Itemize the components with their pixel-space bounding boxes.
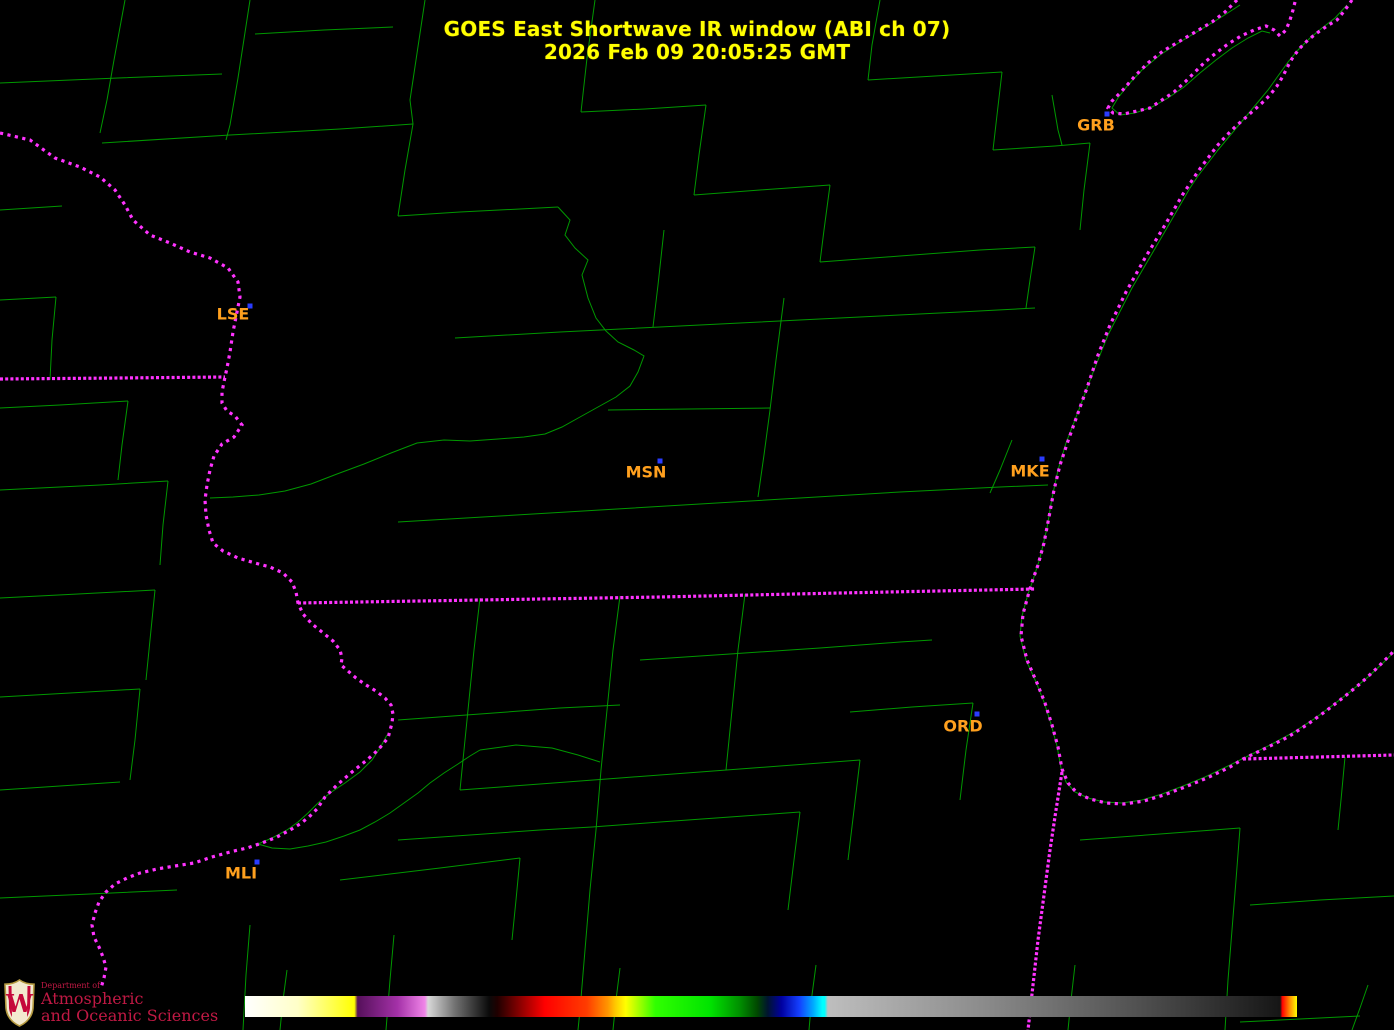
county-boundary-line xyxy=(1112,5,1270,115)
county-boundary-line xyxy=(0,401,128,408)
county-boundary-line xyxy=(410,0,425,124)
county-boundary-line xyxy=(694,185,830,195)
county-boundary-line xyxy=(0,782,120,790)
border-dotted-il-east-border xyxy=(1028,772,1062,1030)
county-boundary-line xyxy=(1352,985,1368,1030)
county-boundary-line xyxy=(581,105,706,112)
county-boundary-line xyxy=(820,247,1035,262)
county-boundary-line xyxy=(480,745,600,762)
county-boundary-line xyxy=(0,481,168,490)
county-boundary-line xyxy=(726,594,745,770)
uw-aos-logo-text: Department of Atmospheric and Oceanic Sc… xyxy=(41,982,218,1024)
county-boundary-line xyxy=(1250,896,1394,905)
county-boundary-line xyxy=(398,124,413,216)
county-boundary-line xyxy=(592,812,800,827)
county-boundary-line xyxy=(398,705,620,720)
crest-letter: W xyxy=(5,989,34,1018)
county-boundary-line xyxy=(1020,5,1394,803)
county-boundary-line xyxy=(398,207,558,216)
county-boundary-line xyxy=(1080,143,1090,230)
uw-aos-logo: W Department of Atmospheric and Oceanic … xyxy=(4,978,218,1028)
border-dotted-il-in-border xyxy=(1243,755,1394,759)
logo-name-line-2: and Oceanic Sciences xyxy=(41,1008,218,1024)
county-boundary-line xyxy=(258,735,480,849)
city-label-MSN: MSN xyxy=(626,463,667,482)
county-boundary-line xyxy=(0,890,177,898)
border-dotted-mn-ia-border xyxy=(0,377,225,379)
city-label-MLI: MLI xyxy=(225,864,257,883)
county-boundary-line xyxy=(694,105,706,195)
county-boundary-line xyxy=(758,298,784,497)
county-boundary-line xyxy=(460,778,620,790)
county-boundary-line xyxy=(990,440,1012,493)
county-boundary-line xyxy=(581,0,595,112)
county-boundary-line xyxy=(340,858,520,880)
county-boundary-line xyxy=(788,812,800,910)
county-boundary-line xyxy=(130,689,140,780)
border-dotted-mississippi-river xyxy=(0,133,393,988)
county-boundary-line xyxy=(578,596,620,1030)
county-boundary-line xyxy=(118,401,128,480)
county-boundary-line xyxy=(653,230,664,327)
county-boundary-line xyxy=(146,590,155,680)
county-boundary-line xyxy=(850,703,973,712)
county-boundary-line xyxy=(398,827,592,840)
county-boundary-line xyxy=(1052,95,1062,145)
county-boundary-line xyxy=(868,0,880,80)
county-boundary-line xyxy=(255,27,393,34)
county-boundary-line xyxy=(0,206,62,210)
county-boundary-line xyxy=(0,689,140,697)
goes-satellite-viewer: GRBLSEMSNMKEORDMLI GOES East Shortwave I… xyxy=(0,0,1394,1030)
county-boundary-line xyxy=(993,72,1002,150)
county-boundary-line xyxy=(100,0,125,133)
county-boundary-line xyxy=(608,408,770,410)
county-boundary-line xyxy=(160,481,168,565)
county-boundary-line xyxy=(848,760,860,860)
county-boundary-line xyxy=(50,297,56,380)
county-boundary-line xyxy=(820,185,830,262)
county-boundary-line xyxy=(0,297,56,300)
temperature-colorbar xyxy=(245,996,1297,1017)
logo-name-line-1: Atmospheric xyxy=(41,991,218,1007)
county-boundary-line xyxy=(1080,828,1240,840)
city-label-LSE: LSE xyxy=(217,305,250,324)
county-boundary-line xyxy=(1338,757,1345,830)
county-boundary-line xyxy=(993,143,1090,150)
county-boundary-line xyxy=(226,0,250,140)
city-label-MKE: MKE xyxy=(1010,462,1049,481)
county-boundary-line xyxy=(868,72,1002,80)
satellite-map-canvas: GRB LSE MSN MKE ORD MLI xyxy=(0,0,1394,1030)
county-boundary-line xyxy=(0,590,155,598)
county-boundary-line xyxy=(512,858,520,940)
city-label-ORD: ORD xyxy=(943,717,982,736)
border-dotted-wi-il-border xyxy=(298,589,1035,603)
county-boundary-line xyxy=(398,485,1048,522)
county-boundary-line xyxy=(455,308,1035,338)
uw-crest-icon: W xyxy=(4,979,35,1027)
county-boundary-line xyxy=(1026,247,1035,308)
county-boundary-line xyxy=(620,760,860,778)
city-label-GRB: GRB xyxy=(1077,116,1115,135)
county-boundary-line xyxy=(640,640,932,660)
county-boundary-line xyxy=(210,207,644,498)
county-boundary-line xyxy=(102,124,413,143)
